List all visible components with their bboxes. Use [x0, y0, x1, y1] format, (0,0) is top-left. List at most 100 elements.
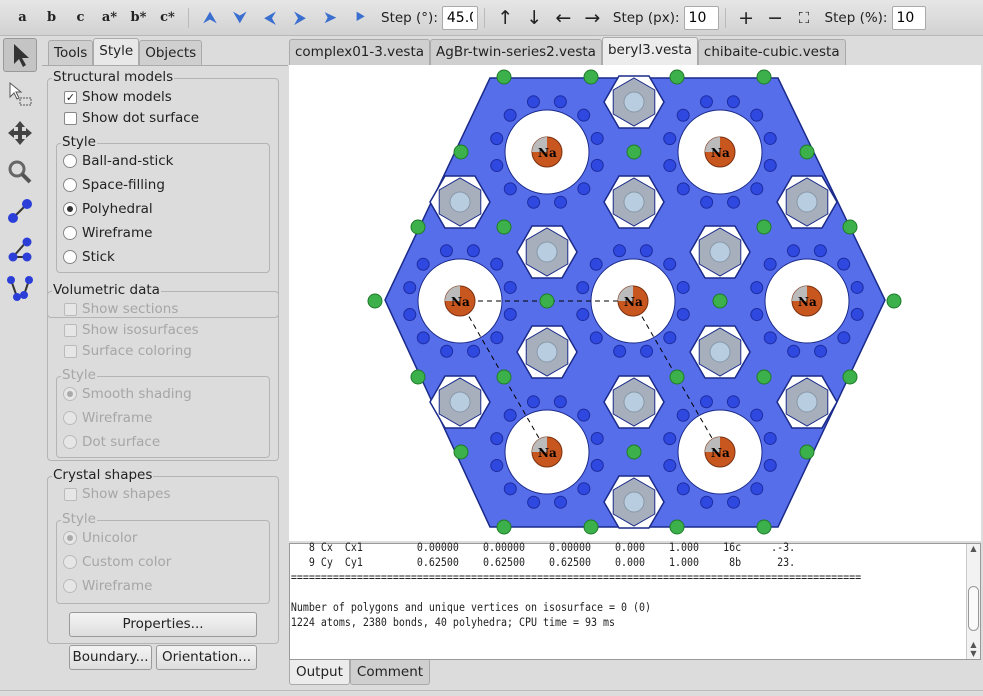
radio-smooth-shading[interactable]: Smooth shading [63, 386, 192, 402]
show-dot-surface-checkbox[interactable]: Show dot surface [64, 110, 199, 126]
group-title: Style [61, 134, 97, 150]
rotate-up-icon[interactable]: ⮝ [195, 8, 225, 28]
arrow-right-icon[interactable]: → [578, 7, 607, 29]
rotate-cw-icon[interactable]: ⯈ [345, 8, 375, 28]
green-atom [410, 369, 426, 385]
view-a-button[interactable]: a [8, 10, 37, 25]
arrow-left-icon[interactable]: ← [549, 7, 578, 29]
oxygen-atom [726, 95, 740, 109]
scrollbar-thumb[interactable] [968, 586, 979, 631]
radio-unicolor[interactable]: Unicolor [63, 530, 137, 546]
oxygen-atom [490, 257, 504, 271]
radio-dot-surface[interactable]: Dot surface [63, 434, 160, 450]
tab-objects[interactable]: Objects [139, 40, 203, 65]
radio-custom-color[interactable]: Custom color [63, 554, 171, 570]
magnify-icon[interactable] [3, 155, 37, 189]
zoom-out-icon[interactable]: − [761, 7, 790, 29]
structure-viewer[interactable]: Na Na Na Na Na Na Na [289, 65, 981, 541]
rotate-ccw-icon[interactable]: ➤ [315, 8, 345, 28]
oxygen-atom [590, 131, 604, 145]
output-log[interactable]: 8 Cx Cx1 0.00000 0.00000 0.00000 0.000 1… [289, 540, 981, 660]
oxygen-atom [589, 257, 603, 271]
radio-polyhedral[interactable]: Polyhedral [63, 201, 153, 217]
rubber-band-select-icon[interactable] [3, 77, 37, 111]
radio-vol-wireframe[interactable]: Wireframe [63, 410, 152, 426]
step-deg-input[interactable] [441, 5, 478, 30]
separator [483, 7, 485, 28]
view-c-star-button[interactable]: c* [153, 10, 182, 25]
tab-file-agbr-twin[interactable]: AgBr-twin-series2.vesta [430, 39, 602, 65]
toolbar: a b c a* b* c* ⮝ ⮟ ⮜ ⮞ ➤ ⯈ Step (°): ↑ ↓… [0, 0, 983, 36]
boundary-button[interactable]: Boundary... [69, 645, 152, 670]
tab-file-beryl3[interactable]: beryl3.vesta [601, 37, 698, 65]
rotate-right-icon[interactable]: ⮞ [285, 8, 315, 28]
log-line: 9 Cy Cy1 0.62500 0.62500 0.62500 0.000 1… [290, 555, 796, 569]
oxygen-atom [490, 159, 504, 173]
zoom-in-icon[interactable]: + [732, 7, 761, 29]
oxygen-atom [503, 408, 517, 422]
oxygen-atom [663, 159, 677, 173]
properties-button[interactable]: Properties... [69, 612, 257, 637]
angle-icon[interactable] [3, 233, 37, 267]
oxygen-atom [700, 195, 714, 209]
group-title: Structural models [52, 69, 175, 85]
view-b-button[interactable]: b [37, 10, 66, 25]
orientation-button[interactable]: Orientation... [156, 645, 257, 670]
tab-file-chibaite-cubic[interactable]: chibaite-cubic.vesta [697, 39, 846, 65]
oxygen-atom [503, 307, 517, 321]
arrow-down-icon[interactable]: ↓ [520, 7, 549, 29]
green-atom [583, 69, 599, 85]
tab-file-complex01-3[interactable]: complex01-3.vesta [289, 39, 431, 65]
view-c-button[interactable]: c [66, 10, 95, 25]
oxygen-atom [577, 108, 591, 122]
group-title: Style [61, 511, 97, 527]
output-scrollbar[interactable]: ▲ ▲ ▼ [966, 544, 980, 659]
radio-stick[interactable]: Stick [63, 249, 115, 265]
oxygen-atom [527, 195, 541, 209]
show-models-checkbox[interactable]: ✓ Show models [64, 89, 172, 105]
oxygen-atom [850, 307, 864, 321]
oxygen-atom [727, 495, 741, 509]
rotate-down-icon[interactable]: ⮟ [225, 8, 255, 28]
fit-to-screen-icon[interactable]: ⛶ [790, 9, 819, 27]
view-a-star-button[interactable]: a* [95, 10, 124, 25]
show-sections-checkbox[interactable]: Show sections [64, 301, 178, 317]
show-isosurfaces-checkbox[interactable]: Show isosurfaces [64, 322, 199, 338]
style-panel: Tools Style Objects Structural models ✓ S… [40, 36, 288, 690]
oxygen-atom [403, 281, 417, 295]
oxygen-atom [416, 331, 430, 345]
crystal-structure-render[interactable]: Na Na Na Na Na Na Na [289, 65, 981, 541]
oxygen-atom [727, 195, 741, 209]
green-atom [453, 444, 469, 460]
tab-comment[interactable]: Comment [349, 660, 431, 685]
select-arrow-icon[interactable] [3, 38, 37, 72]
radio-ball-and-stick[interactable]: Ball-and-stick [63, 153, 174, 169]
tab-style[interactable]: Style [93, 38, 140, 65]
oxygen-atom [750, 408, 764, 422]
tab-output[interactable]: Output [289, 660, 350, 685]
surface-coloring-checkbox[interactable]: Surface coloring [64, 343, 192, 359]
oxygen-atom [750, 308, 764, 322]
group-title: Crystal shapes [52, 467, 154, 483]
rotate-left-icon[interactable]: ⮜ [255, 8, 285, 28]
distance-icon[interactable] [3, 194, 37, 228]
arrow-up-icon[interactable]: ↑ [491, 7, 520, 29]
oxygen-atom [813, 244, 827, 258]
move-icon[interactable] [3, 116, 37, 150]
log-line: 1224 atoms, 2380 bonds, 40 polyhedra; CP… [290, 615, 616, 629]
volumetric-style-group: Style Smooth shading Wireframe Dot surfa… [56, 368, 270, 458]
step-px-input[interactable] [683, 5, 719, 30]
oxygen-atom [676, 108, 690, 122]
radio-wireframe[interactable]: Wireframe [63, 225, 152, 241]
tab-tools[interactable]: Tools [48, 40, 94, 65]
radio-crystal-wireframe[interactable]: Wireframe [63, 578, 152, 594]
green-atom [669, 519, 685, 535]
radio-space-filling[interactable]: Space-filling [63, 177, 165, 193]
dihedral-angle-icon[interactable] [3, 272, 37, 306]
view-b-star-button[interactable]: b* [124, 10, 153, 25]
show-shapes-checkbox[interactable]: Show shapes [64, 486, 171, 502]
oxygen-atom [787, 344, 801, 358]
step-pct-input[interactable] [891, 5, 926, 30]
channel-atom [623, 391, 645, 413]
oxygen-atom [527, 495, 541, 509]
